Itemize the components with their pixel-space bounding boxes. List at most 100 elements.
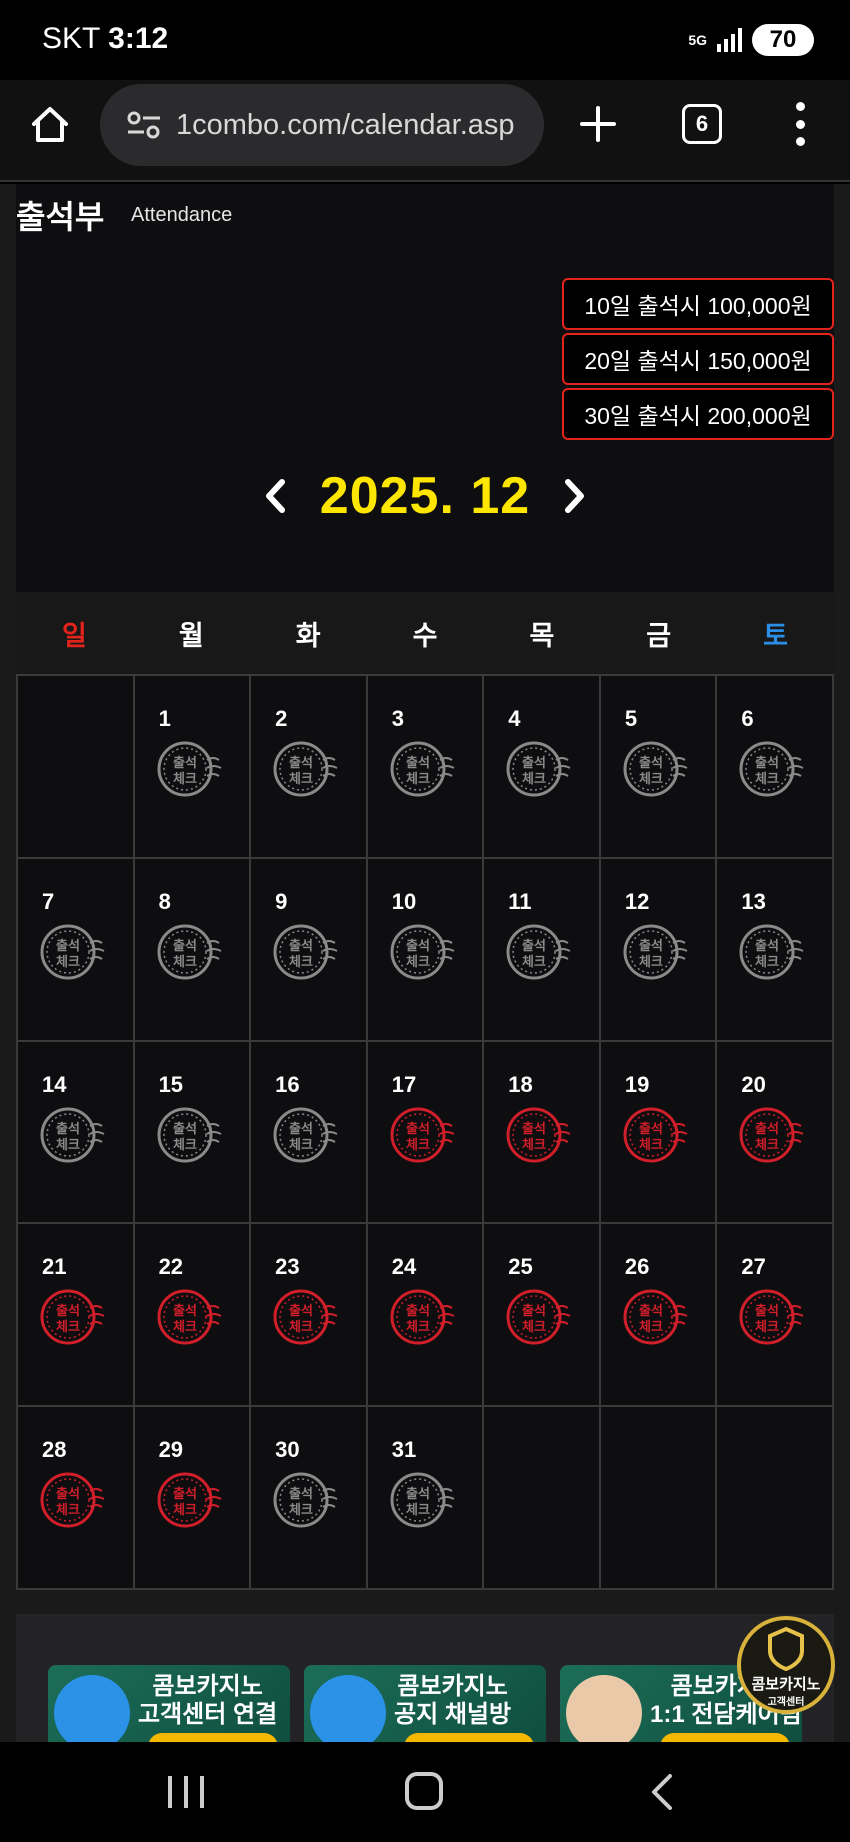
calendar-day-cell[interactable]: 27 출석 체크 xyxy=(717,1224,834,1408)
prev-month-icon[interactable] xyxy=(260,476,290,516)
calendar-day-cell[interactable]: 25 출석 체크 xyxy=(484,1224,601,1408)
url-text[interactable]: 1combo.com/calendar.asp xyxy=(176,109,515,142)
stamp-line1: 출석 xyxy=(173,1303,197,1319)
agent-avatar-icon xyxy=(566,1675,642,1742)
day-number: 27 xyxy=(741,1254,766,1280)
calendar-day-cell[interactable]: 6 출석 체크 xyxy=(717,676,834,859)
calendar-day-cell[interactable]: 12 출석 체크 xyxy=(600,858,718,1042)
status-icons: 5G 70 xyxy=(688,24,814,56)
calendar-day-cell[interactable]: 2 출석 체크 xyxy=(251,676,368,859)
calendar-day-cell[interactable]: 13 출석 체크 xyxy=(717,858,834,1042)
stamp-line1: 출석 xyxy=(522,1303,546,1319)
stamp-line2: 체크 xyxy=(639,955,663,970)
stamp-line2: 체크 xyxy=(406,772,430,787)
banner-line1: 콤보카지노 xyxy=(152,1673,263,1700)
calendar-day-cell[interactable]: 15 출석 체크 xyxy=(134,1041,252,1225)
attendance-stamp-checked-icon: 출석체크 xyxy=(273,1289,338,1345)
calendar-day-cell[interactable]: 3 출석 체크 xyxy=(367,676,485,859)
attendance-stamp-icon: 출석체크 xyxy=(157,741,222,797)
stamp-line1: 출석 xyxy=(755,938,779,954)
calendar-day-cell[interactable]: 29 출석 체크 xyxy=(134,1407,252,1590)
day-number: 9 xyxy=(275,888,288,914)
tab-count: 6 xyxy=(695,111,709,136)
day-number: 17 xyxy=(391,1071,417,1097)
calendar-day-cell[interactable]: 21 출석 체크 xyxy=(18,1224,135,1408)
nav-home-icon[interactable] xyxy=(405,1772,443,1810)
calendar-day-cell[interactable]: 17 출석 체크 xyxy=(367,1041,485,1225)
weekday-wed: 수 xyxy=(412,620,438,651)
attendance-stamp-icon: 출석체크 xyxy=(157,924,222,980)
next-month-icon[interactable] xyxy=(560,476,590,516)
day-number: 24 xyxy=(391,1254,417,1280)
stamp-line2: 체크 xyxy=(406,1320,430,1335)
weekday-tue: 화 xyxy=(295,620,321,651)
calendar-day-cell[interactable]: 19 출석 체크 xyxy=(600,1041,718,1225)
calendar-day-cell[interactable]: 4 출석 체크 xyxy=(484,676,601,859)
attendance-stamp-icon: 출석체크 xyxy=(157,1107,222,1163)
stamp-line1: 출석 xyxy=(173,938,197,954)
banner-button[interactable] xyxy=(148,1733,278,1742)
stamp-line1: 출석 xyxy=(639,938,663,954)
attendance-stamp-icon: 출석체크 xyxy=(739,741,804,797)
carrier-label: SKT xyxy=(42,22,100,55)
attendance-stamp-icon: 출석체크 xyxy=(623,924,688,980)
calendar-day-cell[interactable]: 10 출석 체크 xyxy=(367,858,485,1042)
banner-notice-channel[interactable]: 콤보카지노 공지 채널방 xyxy=(304,1665,546,1742)
reward-30-days: 30일 출석시 200,000원 xyxy=(562,388,834,440)
attendance-stamp-checked-icon: 출석체크 xyxy=(506,1289,571,1345)
attendance-stamp-checked-icon: 출석체크 xyxy=(739,1289,804,1345)
banner-button[interactable] xyxy=(404,1733,534,1742)
banner-line2: 고객센터 연결 xyxy=(138,1701,278,1728)
stamp-line2: 체크 xyxy=(289,772,313,787)
calendar-day-cell[interactable]: 7 출석 체크 xyxy=(18,858,135,1042)
calendar-day-cell[interactable]: 22 출석 체크 xyxy=(134,1224,252,1408)
stamp-line1: 출석 xyxy=(56,1303,80,1319)
calendar-day-cell[interactable]: 28 출석 체크 xyxy=(18,1407,135,1590)
new-tab-icon[interactable] xyxy=(578,104,618,144)
banner-customer-center[interactable]: 콤보카지노 고객센터 연결 xyxy=(48,1665,290,1742)
stamp-line1: 출석 xyxy=(639,755,663,771)
recent-apps-icon[interactable] xyxy=(168,1776,204,1808)
calendar-day-cell[interactable]: 11 출석 체크 xyxy=(484,858,601,1042)
calendar-day-cell[interactable]: 5 출석 체크 xyxy=(600,676,718,859)
calendar-day-cell[interactable]: 23 출석 체크 xyxy=(251,1224,368,1408)
stamp-line1: 출석 xyxy=(289,1303,313,1319)
calendar-day-cell[interactable]: 1 출석 체크 xyxy=(134,676,252,859)
customer-center-badge-icon[interactable]: 콤보카지노 고객센터 xyxy=(736,1615,836,1715)
calendar-day-cell[interactable]: 20 출석 체크 xyxy=(717,1041,834,1225)
calendar-day-cell[interactable]: 16 출석 체크 xyxy=(251,1041,368,1225)
calendar-day-cell[interactable]: 9 출석 체크 xyxy=(251,858,368,1042)
weekday-fri: 금 xyxy=(646,620,672,651)
calendar-day-cell[interactable]: 18 출석 체크 xyxy=(484,1041,601,1225)
day-number: 3 xyxy=(391,706,404,731)
calendar-day-cell[interactable]: 24 출석 체크 xyxy=(367,1224,485,1408)
calendar-day-cell[interactable]: 8 출석 체크 xyxy=(134,858,252,1042)
day-number: 30 xyxy=(275,1437,300,1463)
banner-button[interactable] xyxy=(660,1733,790,1742)
stamp-line2: 체크 xyxy=(289,1503,313,1518)
battery-level: 70 xyxy=(769,26,797,53)
stamp-line2: 체크 xyxy=(173,1320,197,1335)
day-number: 2 xyxy=(275,706,288,731)
tab-switcher-button[interactable]: 6 xyxy=(682,104,722,144)
calendar-day-cell[interactable]: 26 출석 체크 xyxy=(600,1224,718,1408)
attendance-stamp-checked-icon: 출석체크 xyxy=(157,1472,222,1528)
calendar-grid: 1 출석 체크 2 출석 체크 3 출석 체크 4 출석 체크 5 출석 체크 6 출석 체크 7 출석 체크 8 출석 체크… xyxy=(16,674,834,1590)
address-bar[interactable]: 1combo.com/calendar.asp xyxy=(100,84,544,166)
calendar-day-cell[interactable]: 31 출석 체크 xyxy=(367,1407,485,1590)
stamp-line1: 출석 xyxy=(406,1303,430,1319)
site-settings-icon[interactable] xyxy=(126,110,162,140)
banner-text: 콤보카지노 공지 채널방 xyxy=(394,1673,511,1729)
battery-icon: 70 xyxy=(752,24,814,56)
attendance-stamp-icon: 출석체크 xyxy=(273,741,338,797)
stamp-line2: 체크 xyxy=(56,1503,80,1518)
back-icon[interactable] xyxy=(648,1772,676,1812)
more-menu-icon[interactable] xyxy=(790,102,810,146)
calendar-empty-cell xyxy=(484,1407,601,1590)
stamp-line2: 체크 xyxy=(522,955,546,970)
calendar-day-cell[interactable]: 30 출석 체크 xyxy=(251,1407,368,1590)
calendar-day-cell[interactable]: 14 출석 체크 xyxy=(18,1041,135,1225)
weekday-thu: 목 xyxy=(529,620,555,651)
home-icon[interactable] xyxy=(28,102,72,146)
stamp-line2: 체크 xyxy=(755,1320,779,1335)
